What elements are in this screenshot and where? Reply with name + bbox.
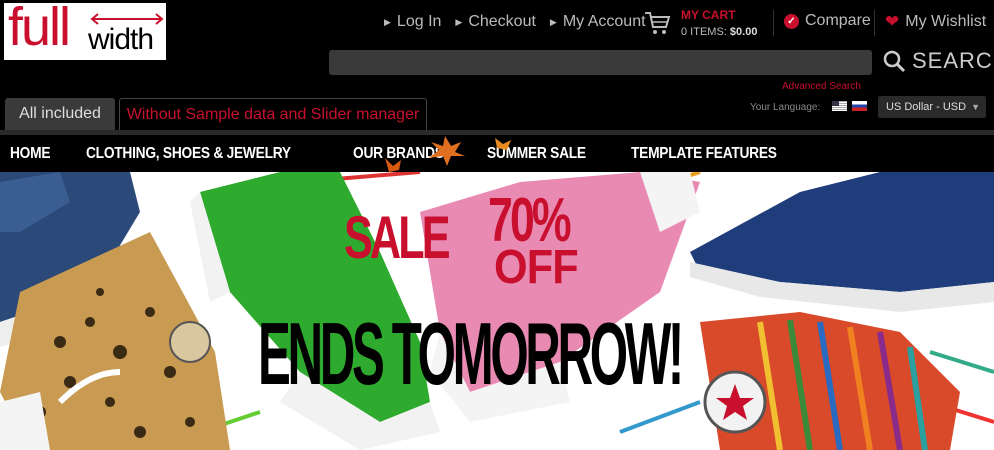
- cart-items-count: 0 ITEMS:: [681, 26, 727, 38]
- banner-headline: ENDS TOMORROW!: [258, 304, 684, 403]
- nav-our-brands[interactable]: OUR BRANDS: [353, 145, 444, 163]
- wishlist-label: My Wishlist: [905, 13, 987, 30]
- checkout-link-label: Checkout: [468, 13, 536, 30]
- heart-icon: ❤: [885, 12, 900, 31]
- search-button[interactable]: SEARCH: [882, 48, 994, 74]
- triangle-right-icon: ▶: [549, 16, 557, 27]
- triangle-right-icon: ▶: [455, 16, 463, 27]
- logo-text-full: full: [8, 3, 71, 57]
- site-logo[interactable]: full width: [4, 3, 166, 60]
- us-flag-icon[interactable]: [832, 101, 847, 111]
- cart-total: $0.00: [729, 26, 758, 38]
- search-button-label: SEARCH: [912, 48, 994, 73]
- search-input[interactable]: [329, 50, 872, 75]
- divider: [874, 10, 875, 36]
- nav-clothing-shoes-jewelry[interactable]: CLOTHING, SHOES & JEWELRY: [86, 145, 291, 163]
- main-nav: HOME CLOTHING, SHOES & JEWELRY OUR BRAND…: [0, 130, 994, 172]
- logo-text-width: width: [88, 23, 154, 56]
- search-icon: [883, 50, 906, 73]
- tab-without-sample-data[interactable]: Without Sample data and Slider manager: [119, 98, 427, 130]
- my-account-link-label: My Account: [562, 13, 646, 30]
- banner-sale-text: SALE: [344, 204, 451, 271]
- mini-cart[interactable]: MY CART 0 ITEMS: $0.00: [643, 8, 757, 38]
- nav-summer-sale[interactable]: SUMMER SALE: [487, 145, 586, 163]
- compare-link[interactable]: ✓ Compare: [784, 12, 871, 30]
- wishlist-link[interactable]: ❤ My Wishlist: [885, 12, 986, 32]
- checkout-link[interactable]: ▶ Checkout: [455, 13, 536, 31]
- login-link[interactable]: ▶ Log In: [384, 13, 441, 31]
- currency-select[interactable]: US Dollar - USD ▼: [878, 96, 986, 118]
- account-links: ▶ Log In ▶ Checkout ▶ My Account: [384, 13, 646, 31]
- language-label: Your Language:: [750, 102, 821, 113]
- cart-summary: 0 ITEMS: $0.00: [681, 26, 757, 38]
- divider: [773, 10, 774, 36]
- login-link-label: Log In: [396, 13, 442, 30]
- tab-all-included[interactable]: All included: [5, 98, 115, 130]
- advanced-search-link[interactable]: Advanced Search: [782, 81, 861, 92]
- hero-banner[interactable]: SALE 70% OFF ENDS TOMORROW!: [0, 172, 994, 450]
- banner-off-text: OFF: [494, 241, 579, 294]
- cart-title: MY CART: [681, 8, 736, 22]
- currency-selected: US Dollar - USD: [886, 101, 967, 113]
- my-account-link[interactable]: ▶ My Account: [550, 13, 646, 31]
- ru-flag-icon[interactable]: [852, 101, 867, 111]
- caret-down-icon: ▼: [971, 102, 980, 112]
- triangle-right-icon: ▶: [384, 16, 391, 27]
- check-circle-icon: ✓: [784, 13, 799, 29]
- compare-label: Compare: [805, 12, 871, 29]
- nav-home[interactable]: HOME: [10, 145, 51, 163]
- shopping-cart-icon: [645, 12, 671, 34]
- nav-template-features[interactable]: TEMPLATE FEATURES: [631, 145, 777, 163]
